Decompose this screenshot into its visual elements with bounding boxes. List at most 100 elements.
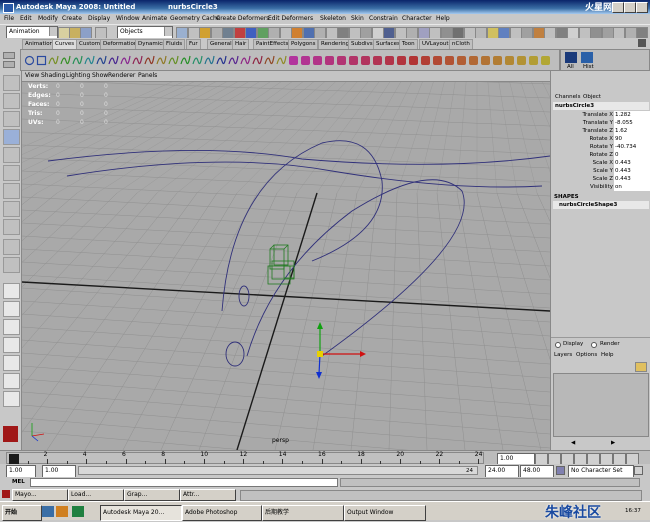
viewport-menu-shading[interactable]: Shading [41,71,65,81]
shape-row[interactable]: nurbsCircleShape3 [553,201,649,209]
viewport-menu-show[interactable]: Show [92,71,108,81]
shelf-trash-icon[interactable] [638,39,646,47]
menu-character[interactable]: Character [402,15,432,22]
auto-key-icon[interactable] [634,466,643,475]
channel-row[interactable]: Translate Y -8.055 [551,119,650,127]
layout-single-icon[interactable] [3,283,20,299]
channel-row[interactable]: Rotate Z0 [551,151,650,159]
last-tool-icon[interactable] [3,239,20,255]
shelf-history-icon[interactable] [540,53,555,68]
viewport-menu-renderer[interactable]: Renderer [108,71,135,81]
channel-value[interactable]: 0.443 [614,159,650,167]
layout-hypershade-icon[interactable] [3,337,20,353]
layout-persp-outliner-icon[interactable] [3,373,20,389]
layout-graph-icon[interactable] [3,391,20,407]
delete-history-icon[interactable] [581,52,593,63]
viewport-menu-lighting[interactable]: Lighting [66,71,90,81]
menu-edit[interactable]: Edit [20,15,32,22]
character-set-icon[interactable] [556,466,565,475]
menu-skeleton[interactable]: Skeleton [320,15,346,22]
channel-row[interactable]: Visibility on [551,183,650,191]
nurbs-curve-1[interactable] [47,150,550,165]
channel-value[interactable]: -8.055 [614,119,650,127]
shelf-tab-toon[interactable]: Toon [399,39,418,49]
channel-value[interactable]: 1.282 [614,111,650,119]
channel-row[interactable]: Translate X 1.282 [551,111,650,119]
nurbs-curve-2[interactable] [66,161,543,188]
channel-value[interactable]: 0 [614,151,650,159]
layer-list[interactable] [553,373,649,437]
shelf-tab-animation[interactable]: Animation [22,39,57,49]
select-tool-icon[interactable] [3,75,20,91]
rotate-tool-icon[interactable] [3,147,20,163]
display-radio[interactable] [555,342,561,348]
shelf-editor-icon[interactable] [3,61,15,68]
help-menu[interactable]: Help [601,352,614,358]
menu-window[interactable]: Window [116,15,140,22]
channel-row[interactable]: Scale Z 0.443 [551,175,650,183]
channel-row[interactable]: Scale Y 0.443 [551,167,650,175]
shelf-tab-painteffects[interactable]: PaintEffects [253,39,292,49]
shelf-tab-fluids[interactable]: Fluids [163,39,186,49]
channel-row[interactable]: Translate Z 1.62 [551,127,650,135]
channel-value[interactable]: 0.443 [614,167,650,175]
range-bar[interactable]: 24 [78,466,478,475]
lasso-tool-icon[interactable] [3,93,20,109]
layout-persp-graph-icon[interactable] [3,319,20,335]
channel-value[interactable]: on [614,183,650,191]
manipulator-icon[interactable] [3,183,20,199]
maximize-icon[interactable] [624,2,636,13]
taskbar-window-button[interactable]: Adobe Photoshop [182,505,262,521]
minimized-window-button[interactable]: Grap... [124,489,180,501]
menu-animate[interactable]: Animate [142,15,167,22]
channel-value[interactable]: 90 [614,135,650,143]
channel-value[interactable]: 1.62 [614,127,650,135]
shelf-tab-hair[interactable]: Hair [232,39,250,49]
menu-skin[interactable]: Skin [351,15,364,22]
current-time-marker[interactable] [9,454,19,464]
new-layer-icon[interactable] [635,362,647,372]
menu-create-deformers[interactable]: Create Deformers [216,15,269,22]
quicklaunch-app-icon[interactable] [72,506,84,517]
mel-input[interactable] [30,478,338,487]
layers-menu[interactable]: Layers [554,352,572,358]
taskbar-window-button[interactable]: Autodesk Maya 20... [100,505,182,521]
shelf-tab-curves[interactable]: Curves [52,39,78,49]
menu-geometry-cache[interactable]: Geometry Cache [170,15,220,22]
perspective-viewport[interactable]: View Shading Lighting Show Renderer Panels Ve… [22,71,550,450]
shelf-tab-subdivs[interactable]: Subdivs [348,39,376,49]
close-icon[interactable] [636,2,648,13]
viewport-scene[interactable] [22,71,550,450]
quicklaunch-browser-icon[interactable] [56,506,68,517]
shelf-tab-general[interactable]: General [207,39,235,49]
paint-select-icon[interactable] [3,111,20,127]
minimized-window-button[interactable]: Attr... [180,489,236,501]
shelf-tab-fur[interactable]: Fur [186,39,201,49]
quicklaunch-desktop-icon[interactable] [42,506,54,517]
shelf-menu-arrow-icon[interactable] [3,52,15,59]
shelf-tab-rendering[interactable]: Rendering [318,39,353,49]
soft-mod-icon[interactable] [3,201,20,217]
time-slider[interactable]: 1.00 2 4 6 8 10 12 14 16 18 20 22 24 [0,450,650,466]
move-tool-icon[interactable] [3,129,20,145]
menu-edit-deformers[interactable]: Edit Deformers [268,15,313,22]
minimize-icon[interactable] [612,2,624,13]
shelf-tab-ncloth[interactable]: nCloth [449,39,473,49]
layer-scroll[interactable]: ◀ ▶ [571,440,631,448]
shelf-tab-uvlayout[interactable]: UVLayout [419,39,452,49]
menu-file[interactable]: File [4,15,14,22]
tab-channels[interactable]: Channels [555,94,580,100]
minimized-window-icon[interactable] [2,490,10,498]
nurbs-circle-2[interactable] [225,341,245,367]
minimized-window-button[interactable]: Mayo... [12,489,68,501]
shelf-tab-polygons[interactable]: Polygons [288,39,319,49]
nurbs-curve-4[interactable] [246,179,465,357]
delete-all-history-icon[interactable] [565,52,577,63]
scale-tool-icon[interactable] [3,165,20,181]
minimized-window-button[interactable]: Load... [68,489,124,501]
tab-object[interactable]: Object [583,94,601,100]
menu-display[interactable]: Display [88,15,110,22]
taskbar-window-button[interactable]: 后期教学 [262,505,344,521]
show-manipulator-icon[interactable] [3,219,20,235]
render-radio[interactable] [591,342,597,348]
